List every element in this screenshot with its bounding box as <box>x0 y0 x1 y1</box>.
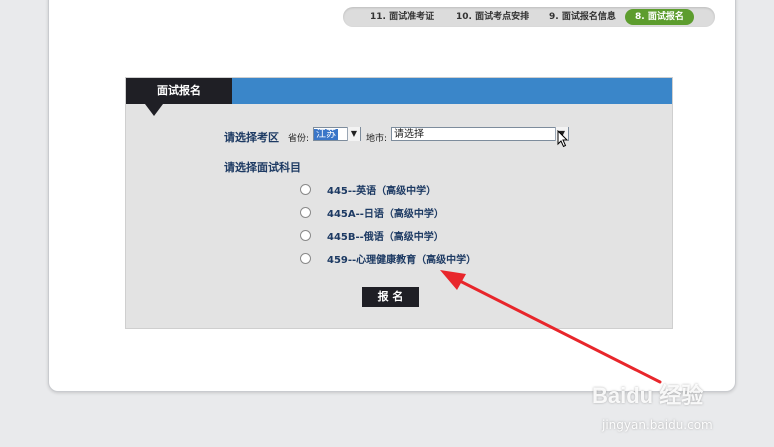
baidu-logo: Baidu 经验 <box>592 383 704 408</box>
watermark-url: jingyan.baidu.com <box>602 418 713 432</box>
baidu-watermark: Baidu 经验 jingyan.baidu.com <box>592 378 762 438</box>
